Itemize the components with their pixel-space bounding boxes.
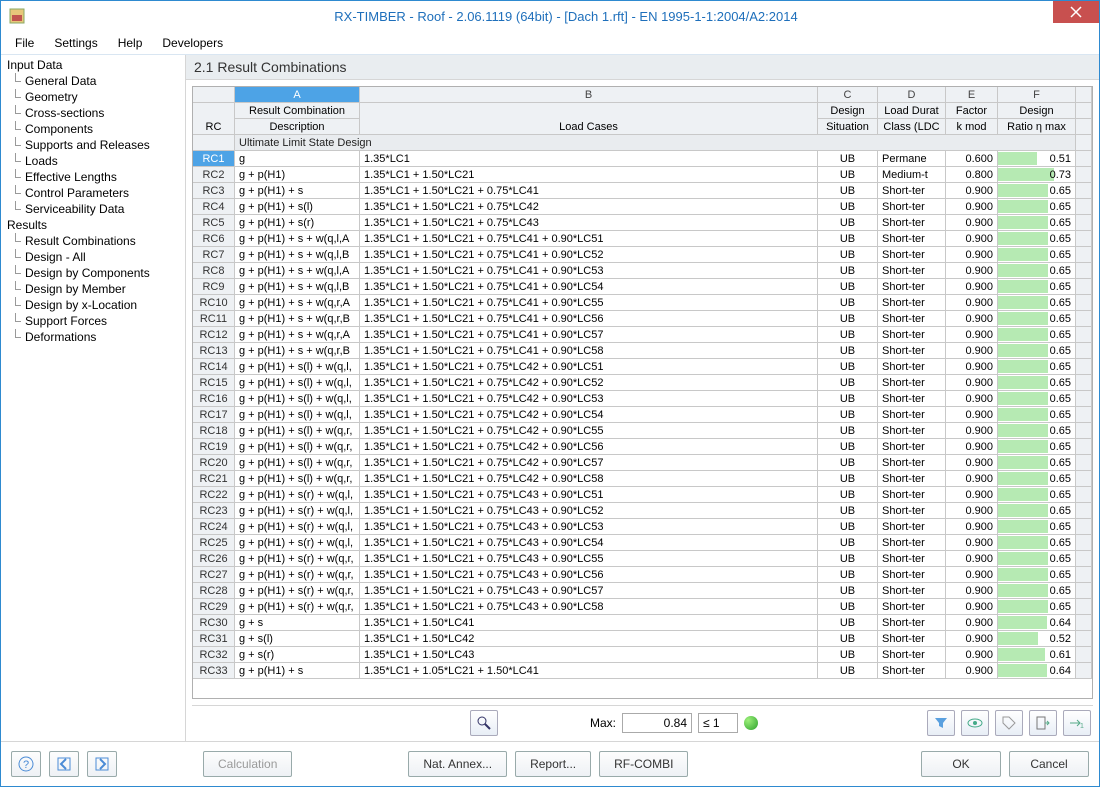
filter-icon[interactable] [927, 710, 955, 736]
col-letter-b[interactable]: B [360, 87, 818, 103]
table-row[interactable]: RC25g + p(H1) + s(r) + w(q,l,1.35*LC1 + … [193, 535, 1092, 551]
app-icon [5, 4, 29, 28]
calculation-button[interactable]: Calculation [203, 751, 292, 777]
menu-help[interactable]: Help [110, 34, 151, 52]
table-row[interactable]: RC16g + p(H1) + s(l) + w(q,l,1.35*LC1 + … [193, 391, 1092, 407]
table-row[interactable]: RC9g + p(H1) + s + w(q,l,B1.35*LC1 + 1.5… [193, 279, 1092, 295]
table-row[interactable]: RC17g + p(H1) + s(l) + w(q,l,1.35*LC1 + … [193, 407, 1092, 423]
max-condition: ≤ 1 [698, 713, 738, 733]
tree-item[interactable]: Effective Lengths [5, 169, 185, 185]
table-row[interactable]: RC20g + p(H1) + s(l) + w(q,r,1.35*LC1 + … [193, 455, 1092, 471]
table-row[interactable]: RC1g1.35*LC1UBPermane0.6000.51 [193, 151, 1092, 167]
pane-title: 2.1 Result Combinations [186, 55, 1099, 80]
table-row[interactable]: RC28g + p(H1) + s(r) + w(q,r,1.35*LC1 + … [193, 583, 1092, 599]
tree-item[interactable]: Serviceability Data [5, 201, 185, 217]
nat-annex-button[interactable]: Nat. Annex... [408, 751, 507, 777]
table-row[interactable]: RC12g + p(H1) + s + w(q,r,A1.35*LC1 + 1.… [193, 327, 1092, 343]
next-button[interactable] [87, 751, 117, 777]
tree-item[interactable]: Loads [5, 153, 185, 169]
tree-item[interactable]: Design - All [5, 249, 185, 265]
grid-toolbar: Max: 0.84 ≤ 1 1 [192, 705, 1093, 739]
col-letter-a[interactable]: A [235, 87, 360, 103]
prev-button[interactable] [49, 751, 79, 777]
view-icon[interactable] [961, 710, 989, 736]
col-letter-d[interactable]: D [878, 87, 946, 103]
titlebar: RX-TIMBER - Roof - 2.06.1119 (64bit) - [… [1, 1, 1099, 31]
table-row[interactable]: RC8g + p(H1) + s + w(q,l,A1.35*LC1 + 1.5… [193, 263, 1092, 279]
menu-file[interactable]: File [7, 34, 42, 52]
svg-text:?: ? [23, 759, 29, 771]
table-row[interactable]: RC4g + p(H1) + s(l)1.35*LC1 + 1.50*LC21 … [193, 199, 1092, 215]
table-row[interactable]: RC21g + p(H1) + s(l) + w(q,r,1.35*LC1 + … [193, 471, 1092, 487]
tree-item[interactable]: Design by Components [5, 265, 185, 281]
menu-developers[interactable]: Developers [154, 34, 231, 52]
tree-item[interactable]: Cross-sections [5, 105, 185, 121]
tree-results[interactable]: Results [5, 217, 185, 233]
table-row[interactable]: RC15g + p(H1) + s(l) + w(q,l,1.35*LC1 + … [193, 375, 1092, 391]
table-row[interactable]: RC26g + p(H1) + s(r) + w(q,r,1.35*LC1 + … [193, 551, 1092, 567]
table-row[interactable]: RC13g + p(H1) + s + w(q,r,B1.35*LC1 + 1.… [193, 343, 1092, 359]
help-button[interactable]: ? [11, 751, 41, 777]
navigation-tree[interactable]: Input Data General DataGeometryCross-sec… [1, 55, 186, 741]
max-label: Max: [590, 716, 616, 730]
tree-item[interactable]: Support Forces [5, 313, 185, 329]
table-row[interactable]: RC5g + p(H1) + s(r)1.35*LC1 + 1.50*LC21 … [193, 215, 1092, 231]
table-row[interactable]: RC10g + p(H1) + s + w(q,r,A1.35*LC1 + 1.… [193, 295, 1092, 311]
tree-item[interactable]: Components [5, 121, 185, 137]
window-title: RX-TIMBER - Roof - 2.06.1119 (64bit) - [… [33, 9, 1099, 24]
rf-combi-button[interactable]: RF-COMBI [599, 751, 688, 777]
tree-item[interactable]: Geometry [5, 89, 185, 105]
col-letter-f[interactable]: F [998, 87, 1076, 103]
tag-icon[interactable] [995, 710, 1023, 736]
ok-button[interactable]: OK [921, 751, 1001, 777]
svg-text:1: 1 [1080, 723, 1084, 729]
table-row[interactable]: RC24g + p(H1) + s(r) + w(q,l,1.35*LC1 + … [193, 519, 1092, 535]
table-row[interactable]: RC11g + p(H1) + s + w(q,r,B1.35*LC1 + 1.… [193, 311, 1092, 327]
tree-item[interactable]: Supports and Releases [5, 137, 185, 153]
find-icon[interactable] [470, 710, 498, 736]
app-window: RX-TIMBER - Roof - 2.06.1119 (64bit) - [… [0, 0, 1100, 787]
table-row[interactable]: RC33g + p(H1) + s1.35*LC1 + 1.05*LC21 + … [193, 663, 1092, 679]
table-row[interactable]: RC31g + s(l)1.35*LC1 + 1.50*LC42UBShort-… [193, 631, 1092, 647]
group-header: Ultimate Limit State Design [235, 135, 1076, 151]
table-row[interactable]: RC6g + p(H1) + s + w(q,l,A1.35*LC1 + 1.5… [193, 231, 1092, 247]
tree-item[interactable]: Control Parameters [5, 185, 185, 201]
tree-item[interactable]: Design by Member [5, 281, 185, 297]
col-letter-c[interactable]: C [818, 87, 878, 103]
table-row[interactable]: RC18g + p(H1) + s(l) + w(q,r,1.35*LC1 + … [193, 423, 1092, 439]
table-row[interactable]: RC29g + p(H1) + s(r) + w(q,r,1.35*LC1 + … [193, 599, 1092, 615]
table-row[interactable]: RC14g + p(H1) + s(l) + w(q,l,1.35*LC1 + … [193, 359, 1092, 375]
export-icon[interactable] [1029, 710, 1057, 736]
table-row[interactable]: RC3g + p(H1) + s1.35*LC1 + 1.50*LC21 + 0… [193, 183, 1092, 199]
table-row[interactable]: RC32g + s(r)1.35*LC1 + 1.50*LC43UBShort-… [193, 647, 1092, 663]
tree-item[interactable]: General Data [5, 73, 185, 89]
report-button[interactable]: Report... [515, 751, 591, 777]
max-value: 0.84 [622, 713, 692, 733]
menu-settings[interactable]: Settings [46, 34, 105, 52]
table-row[interactable]: RC22g + p(H1) + s(r) + w(q,l,1.35*LC1 + … [193, 487, 1092, 503]
close-button[interactable] [1053, 1, 1099, 23]
jump-icon[interactable]: 1 [1063, 710, 1091, 736]
tree-input-data[interactable]: Input Data [5, 57, 185, 73]
menubar: File Settings Help Developers [1, 31, 1099, 55]
table-row[interactable]: RC19g + p(H1) + s(l) + w(q,r,1.35*LC1 + … [193, 439, 1092, 455]
table-row[interactable]: RC2g + p(H1)1.35*LC1 + 1.50*LC21UBMedium… [193, 167, 1092, 183]
tree-item[interactable]: Result Combinations [5, 233, 185, 249]
table-row[interactable]: RC23g + p(H1) + s(r) + w(q,l,1.35*LC1 + … [193, 503, 1092, 519]
tree-item[interactable]: Deformations [5, 329, 185, 345]
table-row[interactable]: RC7g + p(H1) + s + w(q,l,B1.35*LC1 + 1.5… [193, 247, 1092, 263]
results-grid[interactable]: A B C D E F Result Combination Design Lo… [192, 86, 1093, 699]
table-row[interactable]: RC30g + s1.35*LC1 + 1.50*LC41UBShort-ter… [193, 615, 1092, 631]
dialog-buttons: ? Calculation Nat. Annex... Report... RF… [1, 742, 1099, 786]
col-letter-e[interactable]: E [946, 87, 998, 103]
table-row[interactable]: RC27g + p(H1) + s(r) + w(q,r,1.35*LC1 + … [193, 567, 1092, 583]
cancel-button[interactable]: Cancel [1009, 751, 1089, 777]
status-ok-icon [744, 716, 758, 730]
tree-item[interactable]: Design by x-Location [5, 297, 185, 313]
